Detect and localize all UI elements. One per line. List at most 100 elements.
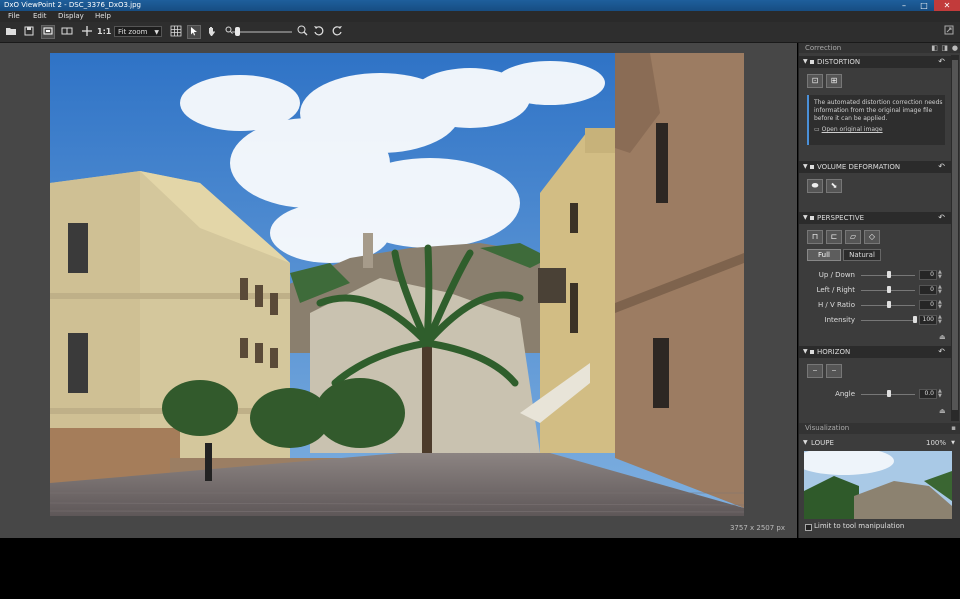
section-volume-deformation[interactable]: ▼ VOLUME DEFORMATION ↶ bbox=[799, 161, 951, 173]
panel-header: Correction ◧ ◨ ● bbox=[799, 43, 960, 53]
close-panel-icon[interactable]: ● bbox=[952, 43, 958, 53]
slider-knob[interactable] bbox=[887, 390, 891, 397]
hand-icon[interactable] bbox=[205, 25, 219, 39]
open-original-link[interactable]: Open original image bbox=[822, 126, 883, 133]
distortion-barrel-button[interactable]: ⊡ bbox=[807, 74, 823, 88]
zoom-100-button[interactable]: 1:1 bbox=[97, 25, 111, 39]
spinner-icon[interactable]: ▲ ▼ bbox=[938, 285, 942, 295]
volume-horizontal-button[interactable]: ⬬ bbox=[807, 179, 823, 193]
move-icon[interactable] bbox=[80, 25, 94, 39]
mode-natural-button[interactable]: Natural bbox=[843, 249, 881, 261]
collapse-options-icon[interactable]: ⏏ bbox=[939, 333, 946, 341]
reset-arrow-icon[interactable]: ↶ bbox=[938, 346, 945, 358]
collapse-triangle-icon: ▼ bbox=[803, 439, 808, 446]
perspective-rect-button[interactable]: ▱ bbox=[845, 230, 861, 244]
save-icon[interactable] bbox=[22, 25, 36, 39]
perspective-8point-button[interactable]: ◇ bbox=[864, 230, 880, 244]
section-perspective[interactable]: ▼ PERSPECTIVE ↶ bbox=[799, 212, 951, 224]
reset-arrow-icon[interactable]: ↶ bbox=[938, 161, 945, 173]
zoom-select[interactable]: Fit zoom ▼ bbox=[114, 26, 162, 37]
menu-display[interactable]: Display bbox=[58, 11, 84, 22]
value-field[interactable]: 0 bbox=[919, 270, 937, 280]
taskbar-area bbox=[0, 538, 960, 599]
horizon-auto-button[interactable]: ⎯ bbox=[826, 364, 842, 378]
distortion-fisheye-button[interactable]: ⊞ bbox=[826, 74, 842, 88]
collapse-triangle-icon: ▼ bbox=[803, 58, 808, 65]
open-folder-icon[interactable] bbox=[4, 25, 18, 39]
slider-left-right[interactable]: Left / Right 0 ▲ ▼ bbox=[799, 284, 951, 296]
window-title: DxO ViewPoint 2 - DSC_3376_DxO3.jpg bbox=[4, 1, 142, 9]
slider-knob[interactable] bbox=[913, 316, 917, 323]
loupe-preview[interactable] bbox=[804, 451, 952, 519]
volume-diagonal-button[interactable]: ⬊ bbox=[826, 179, 842, 193]
distortion-info-box: The automated distortion correction need… bbox=[807, 95, 945, 145]
compare-split-icon[interactable] bbox=[60, 25, 74, 39]
visualization-header: Visualization ▪ bbox=[799, 423, 960, 434]
menu-bar: File Edit Display Help bbox=[0, 11, 960, 22]
chevron-down-icon[interactable]: ▼ bbox=[951, 437, 955, 449]
collapse-triangle-icon: ▼ bbox=[803, 163, 808, 170]
horizon-manual-button[interactable]: ⎯ bbox=[807, 364, 823, 378]
slider-hv-ratio[interactable]: H / V Ratio 0 ▲ ▼ bbox=[799, 299, 951, 311]
slider-knob[interactable] bbox=[887, 271, 891, 278]
grid-icon[interactable] bbox=[169, 25, 183, 39]
detach-icon[interactable]: ◨ bbox=[941, 43, 948, 53]
slider-label: Intensity bbox=[824, 316, 855, 324]
value-field[interactable]: 0 bbox=[919, 300, 937, 310]
zoom-in-icon[interactable] bbox=[295, 25, 309, 39]
image-dimensions: 3757 x 2507 px bbox=[729, 524, 785, 532]
zoom-select-value: Fit zoom bbox=[118, 28, 148, 36]
enable-checkbox[interactable] bbox=[810, 165, 814, 169]
reset-arrow-icon[interactable]: ↶ bbox=[938, 56, 945, 68]
slider-knob[interactable] bbox=[887, 286, 891, 293]
rotate-left-icon[interactable] bbox=[311, 25, 325, 39]
enable-checkbox[interactable] bbox=[810, 350, 814, 354]
title-bar: DxO ViewPoint 2 - DSC_3376_DxO3.jpg – □ … bbox=[0, 0, 960, 11]
slider-label: H / V Ratio bbox=[817, 301, 855, 309]
collapse-triangle-icon: ▼ bbox=[803, 348, 808, 355]
fullscreen-icon[interactable] bbox=[942, 25, 956, 39]
spinner-icon[interactable]: ▲ ▼ bbox=[938, 270, 942, 280]
section-horizon[interactable]: ▼ HORIZON ↶ bbox=[799, 346, 951, 358]
horizon-title: HORIZON bbox=[817, 348, 851, 356]
pin-icon[interactable]: ◧ bbox=[931, 43, 938, 53]
compare-single-icon[interactable] bbox=[41, 25, 55, 39]
perspective-horizontal-button[interactable]: ⊏ bbox=[826, 230, 842, 244]
value-field[interactable]: 100 bbox=[919, 315, 937, 325]
perspective-vertical-button[interactable]: ⊓ bbox=[807, 230, 823, 244]
limit-checkbox[interactable] bbox=[805, 524, 812, 531]
menu-help[interactable]: Help bbox=[95, 11, 111, 22]
collapse-options-icon[interactable]: ⏏ bbox=[939, 407, 946, 415]
spinner-icon[interactable]: ▲ ▼ bbox=[938, 315, 942, 325]
zoom-slider-track[interactable] bbox=[232, 31, 292, 33]
spinner-icon[interactable]: ▲ ▼ bbox=[938, 300, 942, 310]
maximize-button[interactable]: □ bbox=[914, 0, 934, 11]
slider-intensity[interactable]: Intensity 100 ▲ ▼ bbox=[799, 314, 951, 326]
reset-arrow-icon[interactable]: ↶ bbox=[938, 212, 945, 224]
close-button[interactable]: ✕ bbox=[934, 0, 960, 11]
slider-knob[interactable] bbox=[887, 301, 891, 308]
menu-edit[interactable]: Edit bbox=[33, 11, 47, 22]
pin-icon[interactable]: ▪ bbox=[951, 423, 956, 434]
menu-file[interactable]: File bbox=[8, 11, 20, 22]
folder-icon: ▭ bbox=[814, 126, 820, 133]
loupe-header[interactable]: ▼ LOUPE 100% ▼ bbox=[799, 437, 960, 449]
value-field[interactable]: 0 bbox=[919, 285, 937, 295]
value-field[interactable]: 0.0 bbox=[919, 389, 937, 399]
zoom-slider-knob[interactable] bbox=[234, 27, 240, 36]
mode-full-button[interactable]: Full bbox=[807, 249, 841, 261]
spinner-icon[interactable]: ▲ ▼ bbox=[938, 389, 942, 399]
scrollbar-thumb[interactable] bbox=[952, 60, 958, 410]
section-distortion[interactable]: ▼ DISTORTION ↶ bbox=[799, 56, 951, 68]
enable-checkbox[interactable] bbox=[810, 60, 814, 64]
limit-checkbox-label: Limit to tool manipulation bbox=[814, 522, 905, 530]
slider-up-down[interactable]: Up / Down 0 ▲ ▼ bbox=[799, 269, 951, 281]
loupe-zoom[interactable]: 100% bbox=[926, 437, 946, 449]
slider-track[interactable] bbox=[861, 320, 915, 321]
slider-angle[interactable]: Angle 0.0 ▲ ▼ bbox=[799, 388, 951, 400]
photo-canvas[interactable] bbox=[50, 53, 744, 516]
enable-checkbox[interactable] bbox=[810, 216, 814, 220]
minimize-button[interactable]: – bbox=[894, 0, 914, 11]
pointer-icon[interactable] bbox=[187, 25, 201, 39]
rotate-right-icon[interactable] bbox=[330, 25, 344, 39]
